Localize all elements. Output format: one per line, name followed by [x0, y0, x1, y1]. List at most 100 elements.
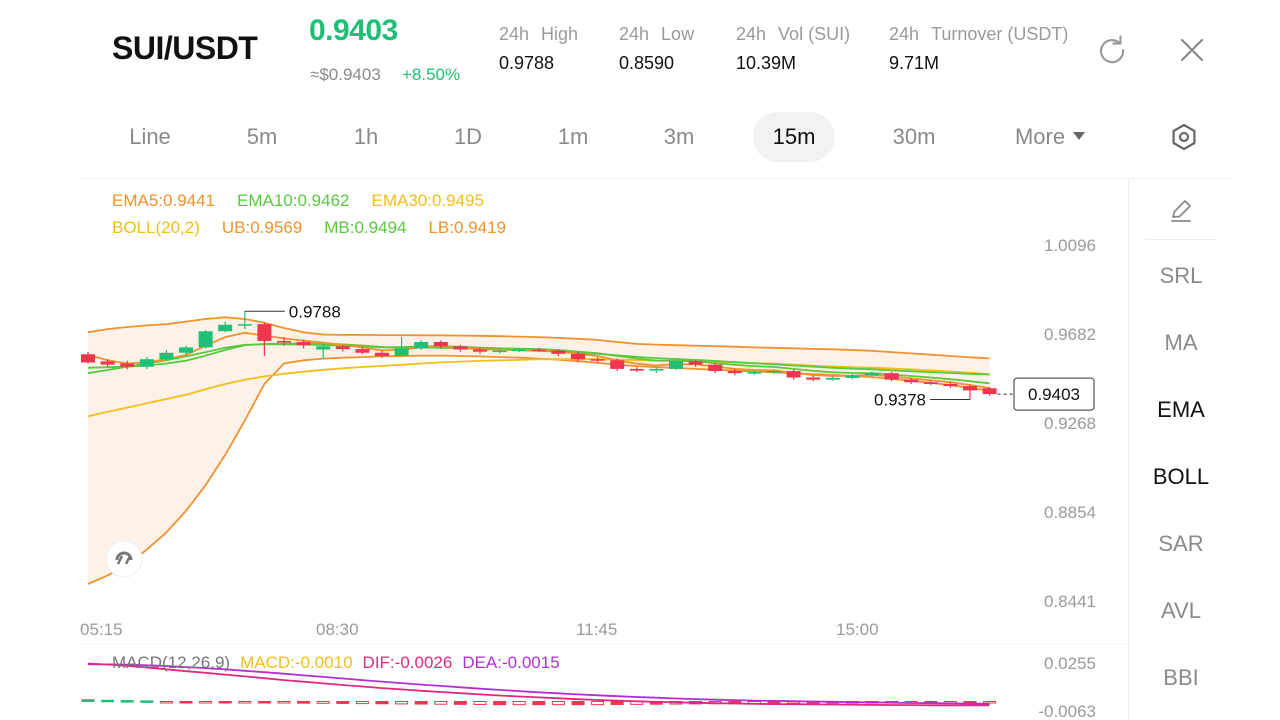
stat-label-name: Low: [661, 24, 695, 44]
macd-histogram-bar: [551, 700, 565, 706]
macd-histogram-bar: [297, 700, 311, 704]
stat-label-name: Vol (SUI): [778, 24, 851, 44]
indicator-ma[interactable]: MA: [1129, 330, 1233, 356]
time-axis: 05:15 08:30 11:45 15:00: [80, 620, 879, 639]
candle-body: [159, 352, 174, 360]
candle-body: [473, 349, 487, 352]
candle: [610, 358, 625, 372]
candle-body: [688, 361, 703, 365]
stat-label-name: High: [541, 24, 579, 44]
price-axis-tick: 0.8441: [1044, 592, 1096, 611]
usd-equivalent-price: ≈$0.9403: [310, 65, 381, 84]
indicator-ema[interactable]: EMA: [1129, 397, 1233, 423]
macd-histogram-bar: [120, 700, 134, 703]
stat-label-name: Turnover (USDT): [931, 24, 1069, 44]
timeframe-line[interactable]: Line: [110, 112, 190, 162]
macd-histogram-bar: [218, 700, 232, 704]
candle-body: [512, 349, 527, 352]
price-axis: 1.0096 0.9682 0.9268 0.8854 0.8441: [1044, 236, 1096, 611]
candle: [629, 366, 644, 373]
timeframe-1d[interactable]: 1D: [432, 112, 504, 162]
price-axis-tick: 0.9682: [1044, 325, 1096, 344]
candle-body: [590, 359, 605, 361]
candle-body: [806, 377, 821, 380]
indicator-bbi[interactable]: BBI: [1129, 665, 1233, 691]
logo-badge: [105, 540, 143, 578]
candlestick-chart[interactable]: 1.0096 0.9682 0.9268 0.8854 0.8441 05:15 08:3…: [80, 179, 1128, 720]
stat-value: 9.71M: [889, 53, 940, 73]
sidebar-divider: [1145, 239, 1217, 240]
timeframe-1h[interactable]: 1h: [331, 112, 401, 162]
macd-histogram-bar: [512, 700, 526, 706]
macd-histogram-bar: [199, 700, 213, 704]
candle-body: [963, 386, 977, 391]
candle-body: [669, 361, 683, 369]
candle-body: [453, 346, 468, 350]
macd-histogram-bar: [395, 700, 409, 705]
candle-body: [257, 324, 272, 341]
time-axis-tick: 15:00: [836, 620, 879, 639]
candle-body: [414, 342, 429, 349]
indicator-sar[interactable]: SAR: [1129, 531, 1233, 557]
hexagon-settings-icon[interactable]: [1169, 122, 1199, 152]
market-header: SUI/USDT 0.9403 ≈$0.9403 +8.50% 24h High …: [0, 0, 1280, 100]
macd-histogram-bar: [179, 700, 193, 704]
candle-body: [551, 350, 566, 354]
macd-histogram-bar: [101, 699, 115, 703]
candle-body: [179, 347, 193, 353]
high-marker-label: 0.9788: [289, 302, 341, 321]
chart-area[interactable]: EMA5:0.9441 EMA10:0.9462 EMA30:0.9495 BOLL…: [80, 178, 1128, 720]
more-timeframes-dropdown[interactable]: More: [1000, 112, 1100, 162]
indicator-srl[interactable]: SRL: [1129, 263, 1233, 289]
stat-label-period: 24h: [499, 24, 530, 44]
candle-body: [218, 324, 233, 332]
candle-body: [923, 382, 938, 384]
macd-histogram-bar: [238, 700, 252, 704]
macd-histogram-bar: [140, 700, 154, 703]
indicator-avl[interactable]: AVL: [1129, 598, 1233, 624]
stat-value: 0.9788: [499, 53, 555, 73]
candle-body: [277, 340, 291, 343]
candle-body: [394, 348, 409, 356]
macd-histogram-bar: [336, 700, 350, 704]
stat-value: 0.8590: [619, 53, 675, 73]
price-axis-tick: 1.0096: [1044, 236, 1096, 255]
dif-value: DIF:-0.0026: [362, 653, 453, 672]
candle-body: [904, 379, 919, 383]
candle-body: [884, 373, 899, 380]
more-label: More: [1014, 124, 1066, 149]
close-icon[interactable]: [1177, 35, 1207, 65]
candle-body: [531, 349, 546, 352]
timeframe-30m[interactable]: 30m: [875, 112, 953, 162]
macd-legend: MACD(12,26,9) MACD:-0.0010 DIF:-0.0026 DEA:…: [112, 653, 582, 673]
indicator-sidebar: SRL MA EMA BOLL SAR AVL BBI: [1128, 178, 1232, 720]
candle-body: [120, 363, 135, 367]
candle: [982, 386, 997, 396]
boll-band-fill: [88, 317, 990, 584]
timeframe-3m[interactable]: 3m: [643, 112, 715, 162]
candle-body: [316, 346, 331, 350]
stat-value: 10.39M: [736, 53, 797, 73]
macd-histogram-bar: [355, 700, 369, 705]
candle-body: [433, 342, 448, 347]
timeframe-1m[interactable]: 1m: [537, 112, 609, 162]
candle: [198, 330, 213, 349]
candle-body: [81, 354, 95, 363]
candle-body: [786, 371, 801, 378]
candle-body: [865, 372, 879, 376]
caret-down-icon: [1073, 132, 1086, 141]
trading-pair-title: SUI/USDT: [112, 30, 258, 66]
candle-body: [139, 359, 154, 367]
candle: [963, 384, 977, 400]
indicator-boll[interactable]: BOLL: [1129, 464, 1233, 490]
time-axis-tick: 05:15: [80, 620, 123, 639]
macd-histogram-bar: [257, 700, 271, 704]
macd-value: MACD:-0.0010: [240, 653, 353, 672]
candle-body: [767, 371, 781, 373]
refresh-icon[interactable]: [1097, 35, 1127, 65]
timeframe-5m[interactable]: 5m: [226, 112, 298, 162]
timeframe-15m[interactable]: 15m: [753, 112, 835, 162]
candle-body: [649, 368, 664, 371]
macd-axis-tick: 0.0255: [1044, 654, 1096, 673]
pencil-icon[interactable]: [1166, 195, 1196, 225]
